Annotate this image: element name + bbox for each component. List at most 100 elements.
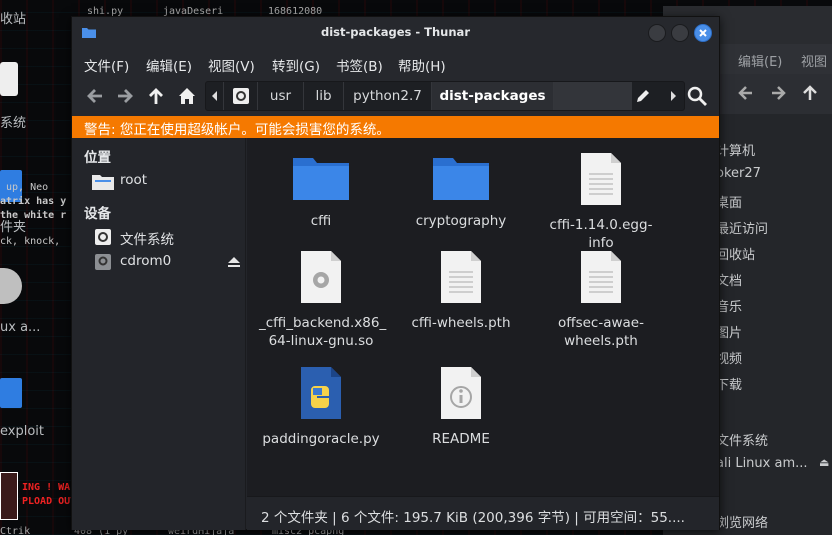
path-segment-lib[interactable]: lib	[304, 82, 344, 110]
python-file-icon	[301, 367, 341, 419]
file-view[interactable]: cffi cryptography cffi-1.14.0.egg-info _…	[247, 138, 719, 496]
sidebar-item-label: cdrom0	[120, 253, 172, 269]
bg-menu-view[interactable]: 视图	[801, 51, 827, 70]
bg-menu-edit[interactable]: 编辑(E)	[738, 51, 782, 70]
file-name: cffi-1.14.0.egg-info	[549, 217, 653, 251]
bg-side-home[interactable]: oker27	[716, 166, 761, 181]
file-item[interactable]: _cffi_backend.x86_ 64-linux-gnu.so	[259, 250, 387, 350]
bg-up-icon[interactable]	[799, 82, 821, 104]
home-icon[interactable]	[176, 85, 198, 107]
optical-drive-icon	[95, 254, 111, 270]
drive-icon	[233, 88, 249, 104]
path-root-button[interactable]	[224, 82, 258, 110]
file-name-line: offsec-awae-	[558, 315, 644, 331]
search-icon[interactable]	[686, 85, 708, 107]
menubar: 文件(F) 编辑(E) 视图(V) 转到(G) 书签(B) 帮助(H)	[72, 48, 719, 78]
path-spacer	[554, 82, 632, 110]
bg-side-network[interactable]: 浏览网络	[716, 512, 768, 531]
statusbar: 2 个文件夹 | 6 个文件: 195.7 KiB (200,396 字节) |…	[247, 496, 719, 530]
menu-edit[interactable]: 编辑(E)	[146, 55, 192, 75]
file-item[interactable]: offsec-awae- wheels.pth	[539, 250, 663, 350]
terminal-line-2: atrix has y	[0, 196, 67, 207]
desktop-drive-icon[interactable]	[0, 62, 18, 96]
forward-icon[interactable]	[114, 85, 136, 107]
desktop-label-exploit[interactable]: exploit	[0, 424, 44, 439]
terminal-line-1: up, Neo	[6, 182, 49, 193]
eject-icon[interactable]	[228, 257, 240, 267]
bg-side-filesystem[interactable]: 文件系统	[716, 430, 768, 449]
back-icon[interactable]	[84, 85, 106, 107]
menu-bookmarks[interactable]: 书签(B)	[336, 55, 383, 75]
text-file-icon	[581, 153, 621, 205]
menu-go[interactable]: 转到(G)	[272, 55, 320, 75]
minimize-button[interactable]	[648, 24, 666, 42]
desktop-label-filesystem[interactable]: 系统	[0, 112, 26, 131]
readme-file-icon	[441, 367, 481, 419]
file-item[interactable]: cffi-wheels.pth	[399, 250, 523, 332]
edit-path-icon[interactable]	[634, 87, 652, 105]
text-file-icon	[581, 251, 621, 303]
folder-icon	[433, 158, 489, 200]
menu-help[interactable]: 帮助(H)	[398, 55, 446, 75]
file-item[interactable]: cffi-1.14.0.egg-info	[539, 152, 663, 252]
bg-forward-icon[interactable]	[767, 82, 789, 104]
desktop-bottom-text-1: Ctrik	[0, 526, 31, 535]
sidebar: 位置 root 设备 文件系统 cdrom0	[72, 138, 246, 530]
file-item[interactable]: cryptography	[399, 152, 523, 230]
file-item[interactable]: README	[399, 366, 523, 448]
bg-back-icon[interactable]	[735, 82, 757, 104]
menu-view[interactable]: 视图(V)	[208, 55, 255, 75]
up-icon[interactable]	[145, 85, 167, 107]
desktop-exploit-folder-icon[interactable]	[0, 378, 22, 408]
bg-side-recent[interactable]: 最近访问	[716, 218, 768, 237]
sidebar-item-root[interactable]: root	[92, 170, 242, 192]
file-name-line: _cffi_backend.x86_	[259, 315, 387, 331]
file-name-line: wheels.pth	[564, 333, 638, 349]
maximize-button[interactable]	[671, 24, 689, 42]
desktop-image-thumbnail[interactable]	[0, 472, 18, 520]
file-item[interactable]: cffi	[259, 152, 383, 230]
library-file-icon	[301, 251, 341, 303]
devices-heading: 设备	[84, 206, 111, 222]
sidebar-item-cdrom0[interactable]: cdrom0	[92, 251, 242, 273]
path-bar: usr lib python2.7 dist-packages	[205, 81, 685, 111]
titlebar[interactable]: dist-packages - Thunar	[72, 17, 719, 48]
close-button[interactable]	[694, 24, 712, 42]
path-scroll-left[interactable]	[206, 82, 224, 110]
sidebar-item-filesystem[interactable]: 文件系统	[92, 226, 242, 248]
file-name: paddingoracle.py	[262, 431, 380, 447]
bg-side-kali[interactable]: ali Linux am...	[716, 456, 808, 471]
bg-side-computer[interactable]: 计算机	[716, 140, 755, 159]
path-segment-python[interactable]: python2.7	[344, 82, 432, 110]
toolbar: usr lib python2.7 dist-packages	[72, 78, 719, 116]
menu-file[interactable]: 文件(F)	[84, 55, 129, 75]
folder-icon	[293, 158, 349, 200]
red-warning-line-2: PLOAD OUT	[22, 496, 77, 507]
chevron-right-icon[interactable]	[664, 87, 682, 105]
thunar-window[interactable]: dist-packages - Thunar 文件(F) 编辑(E) 视图(V)…	[71, 16, 720, 530]
window-title: dist-packages - Thunar	[320, 25, 470, 39]
path-segment-current[interactable]: dist-packages	[432, 82, 554, 110]
bg-eject-icon[interactable]: ⏏	[819, 456, 829, 469]
root-warning-bar: 警告: 您正在使用超级帐户。可能会损害您的系统。	[72, 116, 719, 138]
folder-home-icon	[92, 175, 114, 190]
file-name: cffi-wheels.pth	[411, 315, 511, 331]
bg-side-trash[interactable]: 回收站	[716, 244, 755, 263]
chevron-left-icon	[212, 91, 217, 101]
terminal-line-4: ck, knock,	[0, 236, 61, 247]
status-text: 2 个文件夹 | 6 个文件: 195.7 KiB (200,396 字节) |…	[261, 510, 685, 526]
desktop-label-linux[interactable]: ux a...	[0, 320, 40, 335]
text-file-icon	[441, 251, 481, 303]
file-item[interactable]: paddingoracle.py	[259, 366, 383, 448]
places-heading: 位置	[84, 150, 111, 166]
file-name-line: 64-linux-gnu.so	[268, 333, 374, 349]
red-warning-line-1: ING ! WA	[22, 482, 71, 493]
terminal-line-3: the white r	[0, 210, 67, 221]
desktop-label-trash[interactable]: 收站	[0, 8, 26, 27]
close-icon	[699, 29, 707, 37]
file-name: cryptography	[415, 213, 507, 229]
file-name: cffi	[310, 213, 332, 229]
path-segment-usr[interactable]: usr	[258, 82, 304, 110]
file-name: README	[432, 431, 490, 447]
sidebar-item-label: root	[120, 172, 148, 188]
